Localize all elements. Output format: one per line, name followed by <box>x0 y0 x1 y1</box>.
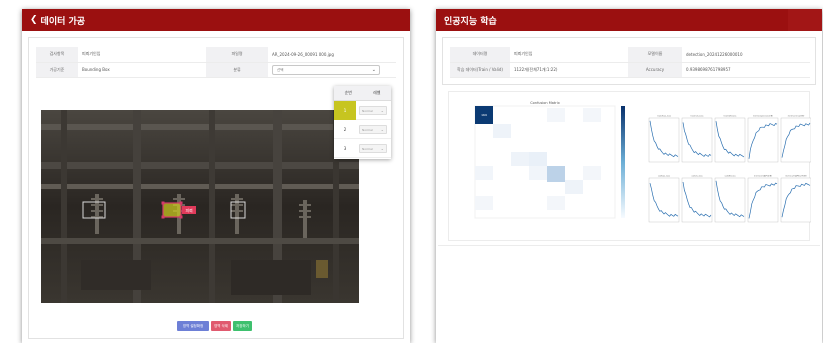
colorbar <box>621 106 625 218</box>
info-value: 피뢰기인입 <box>510 47 628 63</box>
level-row[interactable]: 3 Normal ⌄ <box>334 139 391 158</box>
level-table: 순번 레벨 1 Normal ⌄ 2 Normal ⌄ 3 Normal ⌄ <box>334 86 391 159</box>
left-window-title: 데이터 가공 <box>40 16 86 27</box>
level-status-value: Normal <box>362 127 373 132</box>
curve-plot-title: train/dfl_loss <box>724 115 737 118</box>
training-results-card: Confusion Matrix 169 train/box_loss trai… <box>448 91 812 241</box>
right-titlebar: 인공지능 학습 <box>436 9 822 31</box>
level-status-select[interactable]: Normal ⌄ <box>359 143 387 153</box>
info-label: 데이터명 <box>450 47 510 63</box>
chevron-down-icon: ⌄ <box>380 107 384 113</box>
data-processing-window: ❮ 데이터 가공 검사항목 피뢰기인입 파일명 AR_2024-09-26_00… <box>22 9 410 343</box>
confusion-matrix-top-value: 169 <box>481 113 487 117</box>
training-results-figure: Confusion Matrix 169 train/box_loss trai… <box>474 101 812 223</box>
curve-plot-frame <box>780 177 812 223</box>
save-button[interactable]: 저장하기 <box>233 321 252 331</box>
level-table-header: 순번 레벨 <box>334 86 391 101</box>
level-header-no: 순번 <box>344 90 352 95</box>
curve-plot-title: metrics/precision(B) <box>753 115 773 118</box>
curve-plot-frame <box>681 117 713 163</box>
left-info-table: 검사항목 피뢰기인입 파일명 AR_2024-09-26_00091 000.j… <box>36 47 396 78</box>
info-label: 모델이름 <box>628 47 682 63</box>
confusion-matrix: 169 <box>474 105 616 219</box>
confusion-matrix-title: Confusion Matrix <box>530 101 560 105</box>
chevron-down-icon: ⌄ <box>371 66 376 73</box>
level-row[interactable]: 2 Normal ⌄ <box>334 120 391 139</box>
curve-plot-title: val/box_loss <box>658 176 670 178</box>
curve-plot-title: val/cls_loss <box>691 176 702 178</box>
ai-training-window: 인공지능 학습 데이터명 피뢰기인입 모델이름 detection_202412… <box>436 9 822 343</box>
info-value: 1122개(전체71개:1:22) <box>510 62 628 78</box>
curve-plot-title: metrics/mAP50-95(B) <box>785 175 807 178</box>
left-titlebar: ❮ 데이터 가공 <box>22 9 410 31</box>
photo-canvas: 피뢰 <box>41 110 359 303</box>
right-info-table: 데이터명 피뢰기인입 모델이름 detection_20241226000010… <box>450 47 810 78</box>
info-label: 가공기준 <box>36 62 78 78</box>
level-status-value: Normal <box>362 108 373 113</box>
curve-plot-frame <box>714 117 746 163</box>
info-value: AR_2024-09-26_00091 000.jpg <box>268 47 396 63</box>
chevron-down-icon: ⌄ <box>380 126 384 132</box>
curve-plot-title: val/dfl_loss <box>724 176 735 178</box>
chevron-left-icon[interactable]: ❮ <box>30 15 38 25</box>
info-row: 검사항목 피뢰기인입 파일명 AR_2024-09-26_00091 000.j… <box>36 47 396 63</box>
info-row: 학습 데이터(Train / Valid) 1122개(전체71개:1:22) … <box>450 62 810 78</box>
curve-plot-frame <box>780 117 812 163</box>
class-select[interactable]: 선택 ⌄ <box>272 64 380 75</box>
info-label: 분류 <box>206 62 268 78</box>
level-header-level: 레벨 <box>373 90 381 95</box>
info-value: Bounding Box <box>78 62 206 78</box>
bbox-confirm-button[interactable]: 영역 설정확정 <box>177 321 209 331</box>
bbox-tag-label: 피뢰 <box>185 207 193 213</box>
bbox-delete-button[interactable]: 영역 삭제 <box>211 321 231 331</box>
right-window-title: 인공지능 학습 <box>444 16 497 27</box>
info-label: 검사항목 <box>36 47 78 63</box>
chevron-down-icon: ⌄ <box>380 145 384 151</box>
curve-plot-frame <box>747 117 779 163</box>
screenshot-composite: ❮ 데이터 가공 검사항목 피뢰기인입 파일명 AR_2024-09-26_00… <box>0 0 823 343</box>
level-status-select[interactable]: Normal ⌄ <box>359 124 387 134</box>
inspection-photo[interactable]: 피뢰 <box>41 110 359 303</box>
level-row[interactable]: 1 Normal ⌄ <box>334 100 391 120</box>
level-status-value: Normal <box>362 146 373 151</box>
curve-plot-title: metrics/mAP50(B) <box>754 175 772 178</box>
info-row: 가공기준 Bounding Box 분류 선택 ⌄ <box>36 62 396 78</box>
training-curve-grid: train/box_loss train/cls_loss train/dfl_lo… <box>648 115 812 223</box>
info-label: Accuracy <box>628 62 682 78</box>
titlebar-action-button[interactable] <box>788 9 822 31</box>
info-value-cell: 선택 ⌄ <box>268 62 396 78</box>
level-status-select[interactable]: Normal ⌄ <box>359 105 387 115</box>
info-label: 학습 데이터(Train / Valid) <box>450 62 510 78</box>
info-value: 0.9398698761798957 <box>682 62 810 78</box>
level-row-no: 3 <box>343 145 347 151</box>
curve-plot-title: train/cls_loss <box>691 115 704 118</box>
info-value: 피뢰기인입 <box>78 47 206 63</box>
info-value: detection_20241226000010 <box>682 47 810 63</box>
level-row-no: 1 <box>334 100 356 120</box>
curve-plot-title: train/box_loss <box>657 115 671 118</box>
level-row-no: 2 <box>343 126 347 132</box>
class-select-value: 선택 <box>277 67 284 72</box>
curve-plot-title: metrics/recall(B) <box>788 115 805 118</box>
info-row: 데이터명 피뢰기인입 모델이름 detection_20241226000010 <box>450 47 810 63</box>
right-lower-area <box>438 245 820 341</box>
info-label: 파일명 <box>206 47 268 63</box>
